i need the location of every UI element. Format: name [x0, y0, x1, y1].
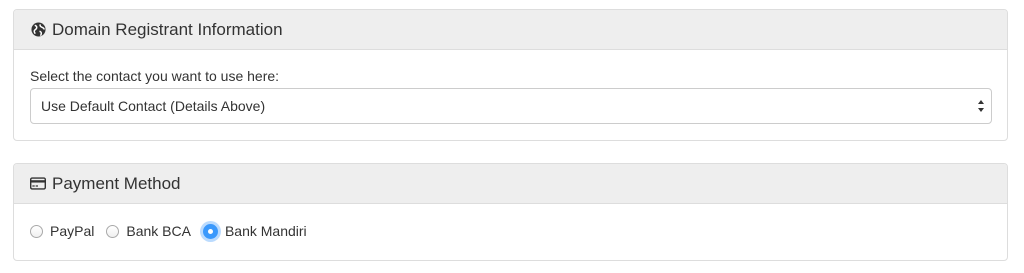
- select-arrows-icon: [977, 98, 985, 114]
- bank-mandiri-label: Bank Mandiri: [224, 223, 307, 239]
- registrant-panel-title: Domain Registrant Information: [52, 19, 283, 39]
- contact-select-label: Select the contact you want to use here:: [30, 68, 280, 84]
- bank-bca-label: Bank BCA: [126, 223, 191, 239]
- payment-option-bank-mandiri[interactable]: Bank Mandiri: [202, 223, 307, 239]
- payment-method-options: PayPal Bank BCA Bank Mandiri: [30, 223, 319, 239]
- bank-bca-radio[interactable]: [106, 224, 120, 238]
- paypal-radio[interactable]: [30, 224, 43, 238]
- payment-panel-title: Payment Method: [52, 173, 181, 193]
- payment-option-paypal[interactable]: PayPal: [30, 223, 94, 239]
- registrant-panel: Domain Registrant Information Select the…: [13, 9, 1008, 141]
- payment-panel-heading: Payment Method: [14, 164, 1007, 204]
- contact-select[interactable]: Use Default Contact (Details Above): [30, 88, 992, 124]
- bank-mandiri-radio[interactable]: [202, 223, 218, 239]
- payment-panel: Payment Method PayPal Bank BCA Bank Mand…: [13, 163, 1008, 261]
- registrant-panel-heading: Domain Registrant Information: [14, 10, 1007, 50]
- payment-option-bank-bca[interactable]: Bank BCA: [106, 223, 191, 239]
- credit-card-icon: [30, 176, 46, 192]
- contact-select-value: Use Default Contact (Details Above): [41, 98, 266, 114]
- globe-icon: [30, 22, 46, 38]
- paypal-label: PayPal: [50, 223, 95, 239]
